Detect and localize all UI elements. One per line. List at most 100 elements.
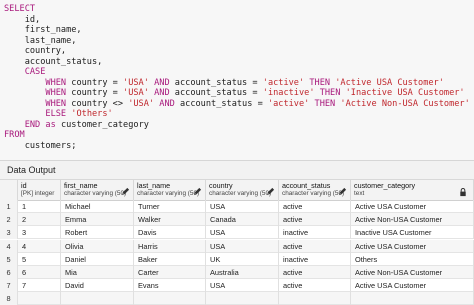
cell-country[interactable]: Canada bbox=[206, 213, 279, 227]
code-line[interactable]: CASE bbox=[4, 67, 46, 77]
cell-country[interactable]: USA bbox=[206, 279, 279, 293]
column-header-last-name[interactable]: last_name character varying (50) bbox=[134, 180, 206, 200]
row-number[interactable]: 2 bbox=[0, 213, 18, 227]
cell-first-name[interactable]: Emma bbox=[61, 213, 134, 227]
code-line[interactable]: first_name, bbox=[4, 25, 82, 35]
cell-account-status[interactable]: active bbox=[279, 279, 351, 293]
column-header-country[interactable]: country character varying (50) bbox=[206, 180, 279, 200]
cell-first-name[interactable] bbox=[61, 292, 134, 305]
cell-id[interactable]: 1 bbox=[18, 200, 61, 213]
data-output-tab[interactable]: Data Output bbox=[0, 161, 474, 180]
code-line[interactable]: SELECT bbox=[4, 4, 35, 14]
cell-first-name[interactable]: Michael bbox=[61, 200, 134, 213]
cell-account-status[interactable]: inactive bbox=[279, 226, 351, 240]
cell-last-name[interactable]: Carter bbox=[134, 266, 206, 279]
table-row[interactable]: 8 bbox=[0, 292, 474, 305]
row-number[interactable]: 7 bbox=[0, 279, 18, 293]
sql-text: account_status, bbox=[4, 56, 103, 67]
cell-account-status[interactable]: active bbox=[279, 200, 351, 213]
column-header-account-status[interactable]: account_status character varying (50) bbox=[279, 180, 351, 200]
cell-first-name[interactable]: Mia bbox=[61, 266, 134, 279]
code-line[interactable]: WHEN country = 'USA' AND account_status … bbox=[4, 78, 444, 88]
table-row[interactable]: 3 3 Robert Davis USA inactive Inactive USA Cus… bbox=[0, 226, 474, 240]
cell-last-name[interactable]: Baker bbox=[134, 252, 206, 266]
row-number[interactable]: 3 bbox=[0, 226, 18, 240]
code-line[interactable]: country, bbox=[4, 46, 66, 56]
cell-id[interactable]: 4 bbox=[18, 239, 61, 253]
cell-first-name[interactable]: Olivia bbox=[61, 239, 134, 253]
cell-country[interactable]: USA bbox=[206, 226, 279, 240]
cell-last-name[interactable]: Harris bbox=[134, 239, 206, 253]
cell-id[interactable] bbox=[18, 292, 61, 305]
cell-customer-category[interactable]: Active USA Customer bbox=[351, 200, 474, 213]
code-line[interactable]: customers; bbox=[4, 140, 77, 151]
data-output-grid[interactable]: id [PK] integer first_name character varyin… bbox=[0, 180, 474, 305]
sql-text: country, bbox=[4, 46, 67, 56]
cell-last-name[interactable] bbox=[134, 292, 206, 305]
cell-first-name[interactable]: Robert bbox=[61, 226, 134, 240]
cell-customer-category[interactable]: Inactive USA Customer bbox=[351, 226, 474, 240]
cell-first-name[interactable]: Daniel bbox=[61, 252, 134, 266]
cell-last-name[interactable]: Turner bbox=[134, 200, 206, 213]
cell-account-status[interactable]: active bbox=[279, 239, 351, 253]
cell-account-status[interactable]: inactive bbox=[279, 252, 351, 266]
sql-keyword: THEN bbox=[314, 98, 336, 109]
cell-country[interactable]: Australia bbox=[206, 266, 279, 279]
code-line[interactable]: last_name, bbox=[4, 36, 77, 46]
cell-last-name[interactable]: Davis bbox=[134, 226, 206, 240]
column-header-first-name[interactable]: first_name character varying (50) bbox=[61, 180, 134, 200]
column-name: id bbox=[21, 181, 27, 190]
cell-account-status[interactable]: active bbox=[279, 266, 351, 279]
cell-id[interactable]: 5 bbox=[18, 252, 61, 266]
sql-string: 'Active Non-USA Customer' bbox=[340, 98, 470, 109]
table-row[interactable]: 7 7 David Evans USA active Active USA Customer bbox=[0, 279, 474, 293]
row-number[interactable]: 6 bbox=[0, 266, 18, 279]
cell-customer-category[interactable]: Others bbox=[351, 252, 474, 266]
code-line[interactable]: ELSE 'Others' bbox=[4, 109, 113, 119]
cell-country[interactable] bbox=[206, 292, 279, 305]
cell-last-name[interactable]: Evans bbox=[134, 279, 206, 293]
cell-account-status[interactable] bbox=[279, 292, 351, 305]
column-header-customer-category[interactable]: customer_category text bbox=[351, 180, 474, 200]
cell-account-status[interactable]: active bbox=[279, 213, 351, 227]
code-line[interactable]: END as customer_category bbox=[4, 120, 149, 130]
table-row[interactable]: 2 2 Emma Walker Canada active Active Non-USA C… bbox=[0, 213, 474, 227]
sql-string: 'active' bbox=[262, 77, 305, 88]
cell-country[interactable]: USA bbox=[206, 239, 279, 253]
row-number[interactable]: 4 bbox=[0, 239, 18, 253]
sql-string: 'USA' bbox=[123, 88, 149, 98]
cell-id[interactable]: 6 bbox=[18, 266, 61, 279]
code-line[interactable]: FROM bbox=[4, 130, 25, 140]
cell-customer-category[interactable] bbox=[351, 292, 474, 305]
cell-id[interactable]: 2 bbox=[18, 213, 61, 227]
cell-country[interactable]: USA bbox=[206, 200, 279, 213]
cell-id[interactable]: 7 bbox=[18, 279, 61, 293]
sql-editor[interactable]: SELECT id, first_name, last_name, countr… bbox=[0, 0, 474, 160]
sql-text: customers; bbox=[4, 140, 77, 151]
table-row[interactable]: 6 6 Mia Carter Australia active Active Non-USA… bbox=[0, 266, 474, 279]
row-number[interactable]: 1 bbox=[0, 200, 18, 213]
sql-string: 'Others' bbox=[71, 109, 113, 119]
row-number[interactable]: 8 bbox=[0, 292, 18, 305]
code-line[interactable]: id, bbox=[4, 15, 41, 25]
cell-id[interactable]: 3 bbox=[18, 226, 61, 240]
cell-country[interactable]: UK bbox=[206, 252, 279, 266]
column-header-id[interactable]: id [PK] integer bbox=[18, 180, 61, 200]
table-row[interactable]: 5 5 Daniel Baker UK inactive Others bbox=[0, 252, 474, 266]
table-row[interactable]: 4 4 Olivia Harris USA active Active USA Custom… bbox=[0, 239, 474, 253]
cell-customer-category[interactable]: Active Non-USA Customer bbox=[351, 213, 474, 227]
code-line[interactable]: account_status, bbox=[4, 56, 103, 67]
row-number[interactable]: 5 bbox=[0, 252, 18, 266]
cell-customer-category[interactable]: Active USA Customer bbox=[351, 239, 474, 253]
cell-customer-category[interactable]: Active Non-USA Customer bbox=[351, 266, 474, 279]
code-line[interactable]: WHEN country = 'USA' AND account_status … bbox=[4, 88, 464, 98]
sql-keyword: AND bbox=[159, 98, 175, 109]
row-number-header[interactable] bbox=[0, 180, 18, 200]
cell-last-name[interactable]: Walker bbox=[134, 213, 206, 227]
cell-customer-category[interactable]: Active USA Customer bbox=[351, 279, 474, 293]
table-row[interactable]: 1 1 Michael Turner USA active Active USA Custo… bbox=[0, 200, 474, 213]
cell-first-name[interactable]: David bbox=[61, 279, 134, 293]
code-line[interactable]: WHEN country <> 'USA' AND account_status… bbox=[4, 98, 470, 109]
